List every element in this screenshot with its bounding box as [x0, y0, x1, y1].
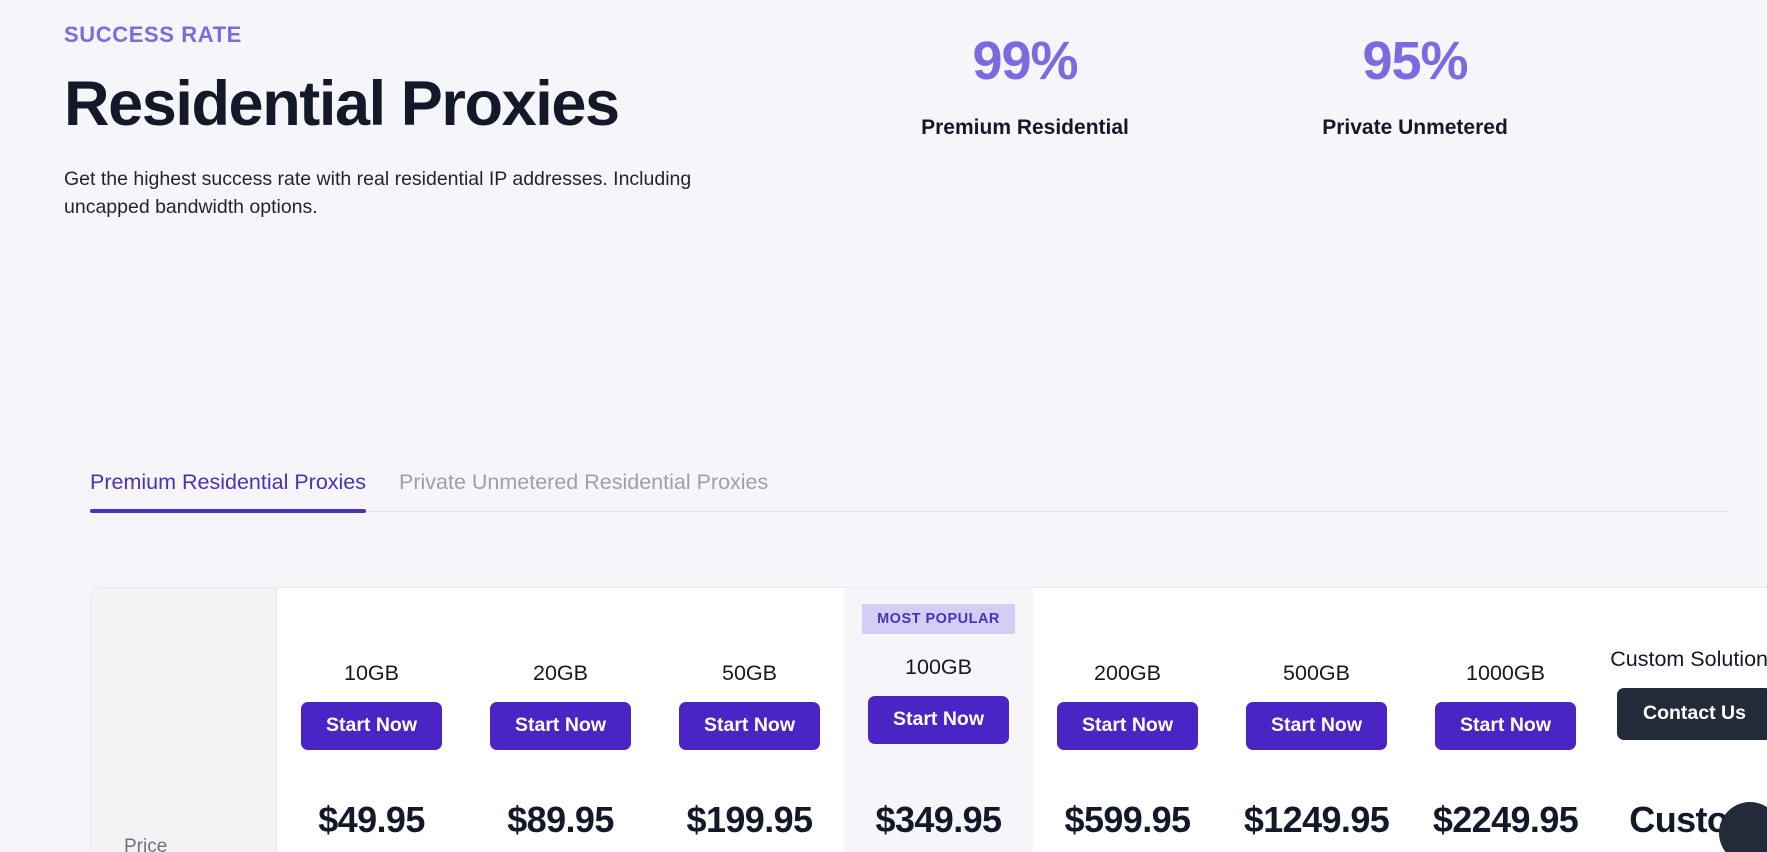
stat-label: Premium Residential	[921, 116, 1129, 140]
stat-value: 99%	[972, 31, 1078, 91]
plan-column-custom-solutions: Custom Solutions Contact Us	[1600, 588, 1767, 760]
start-now-button[interactable]: Start Now	[1056, 702, 1198, 750]
pricing-price-row: Price $49.95 $89.95 $199.95 $349.95 $599…	[91, 760, 1767, 852]
tab-bar: Premium Residential Proxies Private Unme…	[0, 470, 1767, 513]
start-now-button[interactable]: Start Now	[300, 702, 442, 750]
plan-column-200gb: 200GB Start Now	[1033, 588, 1222, 760]
pricing-corner-cell	[91, 588, 277, 760]
plan-column-10gb: 10GB Start Now	[277, 588, 466, 760]
start-now-button[interactable]: Start Now	[489, 702, 631, 750]
price-1000gb: $2249.95	[1432, 799, 1579, 840]
plan-column-100gb: MOST POPULAR 100GB Start Now	[844, 588, 1033, 760]
plan-name: 1000GB	[1466, 661, 1545, 685]
stat-value: 95%	[1362, 31, 1468, 91]
stats-group: 99% Premium Residential 95% Private Unme…	[830, 30, 1610, 140]
hero-eyebrow: SUCCESS RATE	[64, 22, 242, 47]
plan-column-500gb: 500GB Start Now	[1222, 588, 1411, 760]
plan-column-1000gb: 1000GB Start Now	[1411, 588, 1600, 760]
pricing-page: SUCCESS RATE Residential Proxies Get the…	[0, 0, 1767, 852]
price-row-label: Price	[124, 836, 168, 852]
price-row-label-cell: Price	[91, 760, 277, 852]
pricing-table: 10GB Start Now 20GB Start Now 50GB Start…	[90, 587, 1767, 852]
start-now-button[interactable]: Start Now	[1245, 702, 1387, 750]
plan-column-20gb: 20GB Start Now	[466, 588, 655, 760]
stat-private-unmetered: 95% Private Unmetered	[1220, 30, 1610, 140]
tab-premium-residential-proxies[interactable]: Premium Residential Proxies	[90, 470, 367, 513]
stat-label: Private Unmetered	[1322, 116, 1508, 140]
plan-name: 500GB	[1283, 661, 1350, 685]
start-now-button[interactable]: Start Now	[1434, 702, 1576, 750]
page-title: Residential Proxies	[64, 69, 620, 140]
hero-description: Get the highest success rate with real r…	[64, 168, 692, 219]
plan-name: 20GB	[533, 661, 588, 685]
pricing-header-row: 10GB Start Now 20GB Start Now 50GB Start…	[91, 588, 1767, 760]
price-100gb: $349.95	[844, 760, 1033, 852]
contact-us-button[interactable]: Contact Us	[1617, 688, 1767, 740]
start-now-button[interactable]: Start Now	[678, 702, 820, 750]
price-500gb: $1249.95	[1243, 799, 1390, 840]
price-200gb: $599.95	[1064, 799, 1192, 840]
hero-section: SUCCESS RATE Residential Proxies Get the…	[64, 22, 824, 222]
most-popular-badge: MOST POPULAR	[862, 604, 1015, 634]
price-20gb: $89.95	[507, 799, 614, 840]
plan-name: 200GB	[1094, 661, 1161, 685]
plan-name: Custom Solutions	[1610, 647, 1767, 671]
tab-private-unmetered-residential-proxies[interactable]: Private Unmetered Residential Proxies	[399, 470, 768, 513]
start-now-button[interactable]: Start Now	[867, 696, 1009, 744]
plan-name: 10GB	[344, 661, 399, 685]
plan-name: 100GB	[905, 655, 972, 679]
price-50gb: $199.95	[686, 799, 814, 840]
plan-name: 50GB	[722, 661, 777, 685]
plan-column-50gb: 50GB Start Now	[655, 588, 844, 760]
price-10gb: $49.95	[318, 799, 425, 840]
stat-premium-residential: 99% Premium Residential	[830, 30, 1220, 140]
